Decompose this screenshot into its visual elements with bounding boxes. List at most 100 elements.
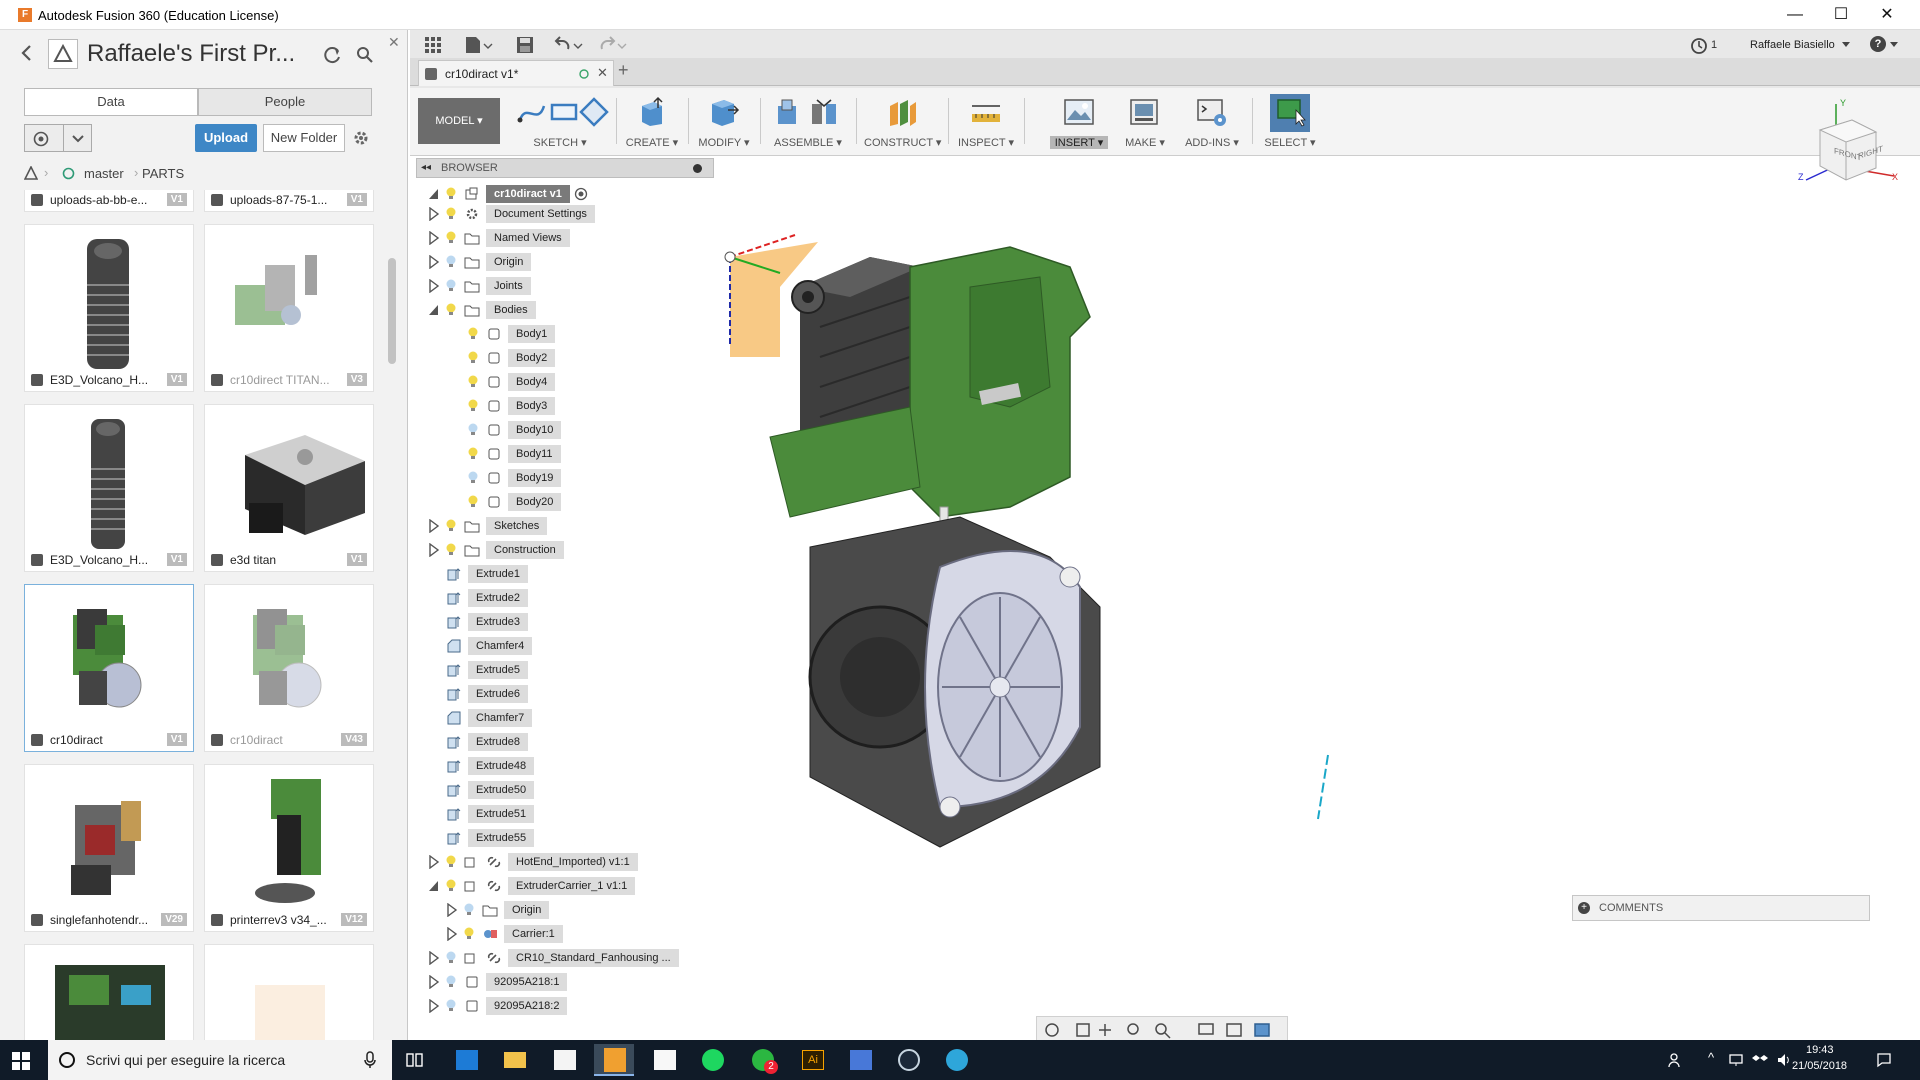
taskbar-search[interactable]: Scrivi qui per eseguire la ricerca [48,1040,392,1080]
taskbar-app-notes[interactable] [644,1044,684,1076]
taskbar-app-whatsapp[interactable]: 2 [742,1044,782,1076]
breadcrumb-folder[interactable]: PARTS [142,166,184,181]
upload-button[interactable]: Upload [195,124,257,152]
3d-model-view[interactable] [710,207,1270,867]
collapsed-arrow-icon[interactable] [428,975,440,989]
make-group[interactable]: MAKE ▾ [1120,94,1170,152]
action-center-icon[interactable] [1876,1052,1892,1068]
file-card[interactable]: uploads-ab-bb-e... V1 [24,190,194,212]
scripts-addins-icon[interactable] [1196,96,1228,128]
job-status-clock-icon[interactable] [1690,37,1708,55]
visibility-bulb-icon[interactable] [464,903,474,916]
project-icon[interactable] [48,39,78,69]
collapse-browser-icon[interactable]: ◂◂ [421,162,431,173]
people-icon[interactable] [1668,1052,1684,1068]
file-card[interactable]: e3d titan V1 [204,404,374,572]
data-panel-scrollbar[interactable] [388,258,396,364]
visibility-bulb-icon[interactable] [446,879,456,892]
insert-group[interactable]: INSERT ▾ [1050,94,1108,152]
new-component-icon[interactable] [772,96,804,128]
select-group[interactable]: SELECT ▾ [1260,94,1320,152]
file-menu-icon[interactable] [464,36,494,54]
taskbar-app-explorer[interactable] [494,1044,534,1076]
collapsed-arrow-icon[interactable] [428,855,440,869]
grid-settings-icon[interactable] [1215,1017,1243,1041]
microphone-icon[interactable] [364,1051,376,1069]
new-folder-button[interactable]: New Folder [263,124,345,152]
taskbar-app-fusion[interactable] [594,1044,634,1076]
visibility-bulb-icon[interactable] [446,303,456,316]
undo-icon[interactable] [554,36,584,54]
taskbar-app-spotify[interactable] [692,1044,732,1076]
visibility-bulb-icon[interactable] [446,207,456,220]
file-card[interactable]: E3D_Volcano_H... V1 [24,224,194,392]
dropbox-icon[interactable] [1752,1052,1768,1068]
sketch-group[interactable]: SKETCH ▾ [512,94,610,152]
visibility-bulb-icon[interactable] [446,187,456,200]
file-card[interactable]: singlefanhotendr... V29 [24,764,194,932]
collapsed-arrow-icon[interactable] [446,903,458,917]
search-icon[interactable] [356,46,374,64]
tab-people[interactable]: People [198,88,372,116]
tab-data[interactable]: Data [24,88,198,116]
collapsed-arrow-icon[interactable] [428,951,440,965]
inspect-group[interactable]: INSPECT ▾ [956,94,1016,152]
breadcrumb-branch[interactable]: master [84,166,124,181]
visibility-bulb-icon[interactable] [468,327,478,340]
project-root-icon[interactable] [24,166,38,180]
maximize-button[interactable]: ☐ [1826,4,1856,26]
assemble-group[interactable]: ASSEMBLE ▾ [768,94,848,152]
collapsed-arrow-icon[interactable] [428,519,440,533]
sketch-plane-icon[interactable] [578,96,610,128]
collapsed-arrow-icon[interactable] [428,279,440,293]
user-name[interactable]: Raffaele Biasiello [1750,39,1835,51]
collapsed-arrow-icon[interactable] [446,927,458,941]
file-card[interactable] [204,944,374,1040]
extrude-icon[interactable] [636,96,668,128]
sketch-line-icon[interactable] [516,96,548,128]
visibility-bulb-icon[interactable] [468,495,478,508]
rectangle-icon[interactable] [548,96,580,128]
gear-icon[interactable] [352,129,370,147]
create-group[interactable]: CREATE ▾ [624,94,680,152]
new-tab-button[interactable]: + [618,60,629,81]
file-card[interactable] [24,944,194,1040]
collapsed-arrow-icon[interactable] [428,543,440,557]
3d-print-icon[interactable] [1128,96,1160,128]
modify-group[interactable]: MODIFY ▾ [696,94,752,152]
visibility-bulb-icon[interactable] [468,351,478,364]
back-arrow-icon[interactable] [20,44,32,62]
task-view-icon[interactable] [406,1052,424,1068]
network-icon[interactable] [1728,1052,1744,1068]
taskbar-app-steam[interactable] [888,1044,928,1076]
file-card[interactable]: cr10diract V1 [24,584,194,752]
expanded-arrow-icon[interactable] [428,879,440,893]
pin-icon[interactable] [693,164,702,173]
taskbar-app-store[interactable] [544,1044,584,1076]
viewports-icon[interactable] [1243,1017,1271,1041]
file-card[interactable]: cr10diract V43 [204,584,374,752]
volume-icon[interactable] [1776,1052,1792,1068]
file-card[interactable]: E3D_Volcano_H... V1 [24,404,194,572]
zoom-icon[interactable] [1121,1017,1147,1041]
press-pull-icon[interactable] [708,96,740,128]
pan-icon[interactable] [1095,1017,1121,1041]
fit-icon[interactable] [1149,1017,1179,1041]
app-grid-icon[interactable] [424,36,442,54]
windows-start-icon[interactable] [12,1052,30,1070]
visibility-bulb-icon[interactable] [446,231,456,244]
visibility-bulb-icon[interactable] [468,423,478,436]
expanded-arrow-icon[interactable] [428,303,440,317]
measure-icon[interactable] [970,96,1002,128]
comments-panel[interactable]: + COMMENTS [1572,895,1870,921]
activate-radio-icon[interactable] [574,187,588,201]
visibility-bulb-icon[interactable] [464,927,474,940]
visibility-bulb-icon[interactable] [468,447,478,460]
close-panel-icon[interactable]: ✕ [388,34,400,51]
visibility-bulb-icon[interactable] [446,975,456,988]
view-toggle[interactable] [24,124,92,152]
visibility-bulb-icon[interactable] [446,999,456,1012]
close-window-button[interactable]: ✕ [1872,4,1902,26]
construct-group[interactable]: CONSTRUCT ▾ [864,94,941,152]
visibility-bulb-icon[interactable] [446,279,456,292]
